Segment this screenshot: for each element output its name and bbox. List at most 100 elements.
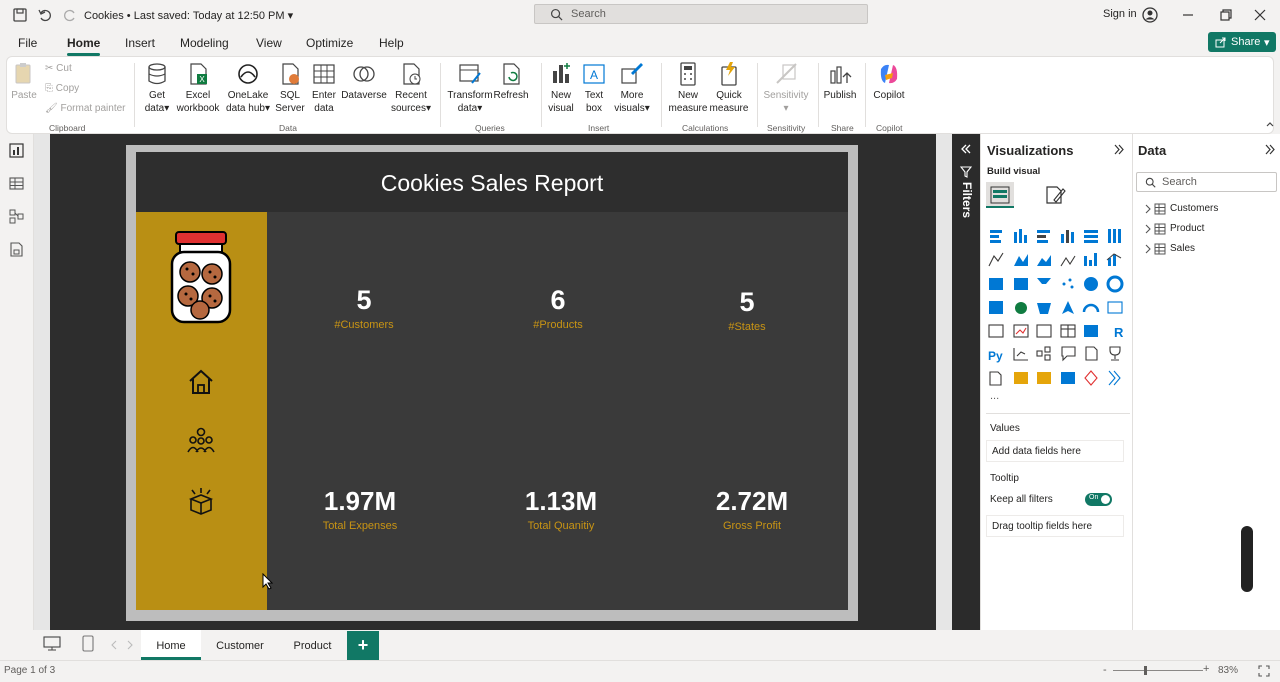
tab-insert[interactable]: Insert — [125, 36, 155, 50]
minimize-icon[interactable] — [1180, 7, 1196, 23]
copilot-button[interactable]: Copilot — [869, 61, 909, 102]
more-visuals-ellipsis[interactable]: ... — [990, 390, 999, 402]
data-search-input[interactable]: Search — [1136, 172, 1277, 192]
recent-sources-button[interactable]: Recent sources▾ — [389, 61, 433, 115]
model-view-icon[interactable] — [8, 208, 25, 225]
paste-label: Paste — [11, 90, 37, 101]
tab-file[interactable]: File — [18, 36, 37, 50]
kpi-products-label: #Products — [533, 319, 583, 331]
visual-type-gallery[interactable]: R Py — [986, 226, 1126, 392]
paste-button[interactable]: Paste — [9, 61, 39, 102]
quick-measure-button[interactable]: Quick measure — [709, 61, 749, 115]
table-name: Product — [1170, 223, 1205, 234]
undo-icon[interactable] — [37, 7, 53, 23]
calculator-icon — [680, 62, 696, 86]
text-box-button[interactable]: A Text box — [579, 61, 609, 115]
paste-icon — [15, 63, 31, 84]
zoom-in-button[interactable]: + — [1203, 663, 1209, 675]
sign-in-link[interactable]: Sign in — [1103, 8, 1137, 20]
home-nav-icon[interactable] — [187, 368, 215, 396]
text-box-label-2: box — [585, 103, 603, 114]
get-data-button[interactable]: Get data▾ — [139, 61, 175, 115]
account-icon[interactable] — [1142, 7, 1158, 23]
restore-icon[interactable] — [1218, 7, 1234, 23]
chevron-right-icon[interactable] — [126, 640, 134, 650]
tooltip-field-well[interactable]: Drag tooltip fields here — [986, 515, 1124, 537]
chevron-down-icon: ▾ — [287, 10, 294, 22]
mobile-layout-icon[interactable] — [82, 635, 94, 652]
sql-server-button[interactable]: SQL Server — [275, 61, 305, 115]
double-chevron-right-icon[interactable] — [1112, 143, 1125, 156]
publish-label: Publish — [823, 90, 857, 101]
transform-data-button[interactable]: Transform data▾ — [447, 61, 493, 115]
title-bar: Cookies • Last saved: Today at 12:50 PM … — [0, 0, 1280, 30]
tab-help[interactable]: Help — [379, 36, 404, 50]
dataverse-button[interactable]: Dataverse — [341, 61, 387, 102]
enter-data-button[interactable]: Enter data — [309, 61, 339, 115]
new-measure-button[interactable]: New measure — [667, 61, 709, 115]
dax-query-view-icon[interactable] — [8, 241, 25, 258]
search-box[interactable]: Search — [534, 4, 868, 24]
status-bar — [0, 660, 1280, 682]
zoom-out-button[interactable]: - — [1103, 664, 1107, 676]
transform-label-1: Transform — [447, 90, 493, 101]
tab-optimize[interactable]: Optimize — [306, 36, 353, 50]
group-label-clipboard: Clipboard — [49, 123, 86, 133]
build-visual-icon — [990, 186, 1010, 204]
double-chevron-left-icon[interactable] — [959, 142, 973, 156]
more-visuals-button[interactable]: More visuals▾ — [611, 61, 653, 115]
new-visual-button[interactable]: New visual — [545, 61, 577, 115]
tab-modeling[interactable]: Modeling — [180, 36, 229, 50]
excel-workbook-button[interactable]: X Excel workbook — [175, 61, 221, 115]
zoom-slider[interactable] — [1113, 670, 1203, 671]
close-icon[interactable] — [1252, 7, 1268, 23]
pane-scrollbar[interactable] — [1241, 526, 1253, 592]
separator — [818, 63, 819, 127]
data-search-placeholder: Search — [1162, 176, 1197, 188]
refresh-button[interactable]: Refresh — [493, 61, 529, 102]
share-icon — [1215, 37, 1226, 48]
publish-button[interactable]: Publish — [822, 61, 858, 102]
tab-home[interactable]: Home — [67, 36, 101, 56]
transform-label-2: data — [457, 103, 478, 114]
cut-button[interactable]: ✂ Cut — [45, 63, 72, 74]
double-chevron-right-icon[interactable] — [1263, 143, 1276, 156]
page-tab-product[interactable]: Product — [279, 630, 346, 660]
sensitivity-button[interactable]: Sensitivity ▾ — [761, 61, 811, 115]
table-view-icon[interactable] — [8, 175, 25, 192]
search-placeholder: Search — [571, 8, 606, 20]
zoom-level: 83% — [1218, 665, 1239, 676]
dataverse-icon — [353, 66, 375, 82]
report-view-icon[interactable] — [8, 142, 25, 159]
desktop-layout-icon[interactable] — [43, 636, 61, 652]
keep-filters-toggle[interactable]: On — [1085, 493, 1112, 506]
fit-to-page-icon[interactable] — [1258, 665, 1270, 677]
values-field-well[interactable]: Add data fields here — [986, 440, 1124, 462]
copy-button[interactable]: ⎘ Copy — [45, 83, 79, 94]
chevron-left-icon[interactable] — [110, 640, 118, 650]
chevron-right-icon — [1145, 204, 1151, 214]
copy-label: Copy — [55, 83, 80, 94]
page-indicator: Page 1 of 3 — [4, 665, 56, 676]
format-visual-icon[interactable] — [1044, 184, 1066, 206]
customers-nav-icon[interactable] — [186, 426, 216, 454]
page-tab-home[interactable]: Home — [141, 630, 201, 660]
add-page-button[interactable]: + — [347, 631, 379, 660]
page-tab-customer[interactable]: Customer — [203, 630, 277, 660]
format-painter-button[interactable]: 🖌 Format painter — [45, 103, 126, 114]
products-nav-icon[interactable] — [187, 486, 215, 516]
zoom-slider-thumb[interactable] — [1144, 666, 1147, 675]
transform-icon — [459, 64, 481, 84]
kpi-customers-value: 5 — [356, 285, 372, 315]
tab-view[interactable]: View — [256, 36, 282, 50]
onelake-data-hub-button[interactable]: OneLake data hub▾ — [225, 61, 271, 115]
save-icon[interactable] — [12, 7, 28, 23]
keep-all-filters-label: Keep all filters — [990, 494, 1053, 505]
document-title[interactable]: Cookies • Last saved: Today at 12:50 PM … — [84, 9, 293, 22]
filters-label: Filters — [960, 182, 974, 219]
mouse-cursor-icon — [262, 573, 274, 590]
share-button[interactable]: Share ▾ — [1208, 32, 1276, 52]
chevron-up-icon[interactable] — [1265, 119, 1275, 129]
build-visual-tab[interactable] — [986, 182, 1014, 208]
new-measure-label-1: New — [677, 90, 698, 101]
